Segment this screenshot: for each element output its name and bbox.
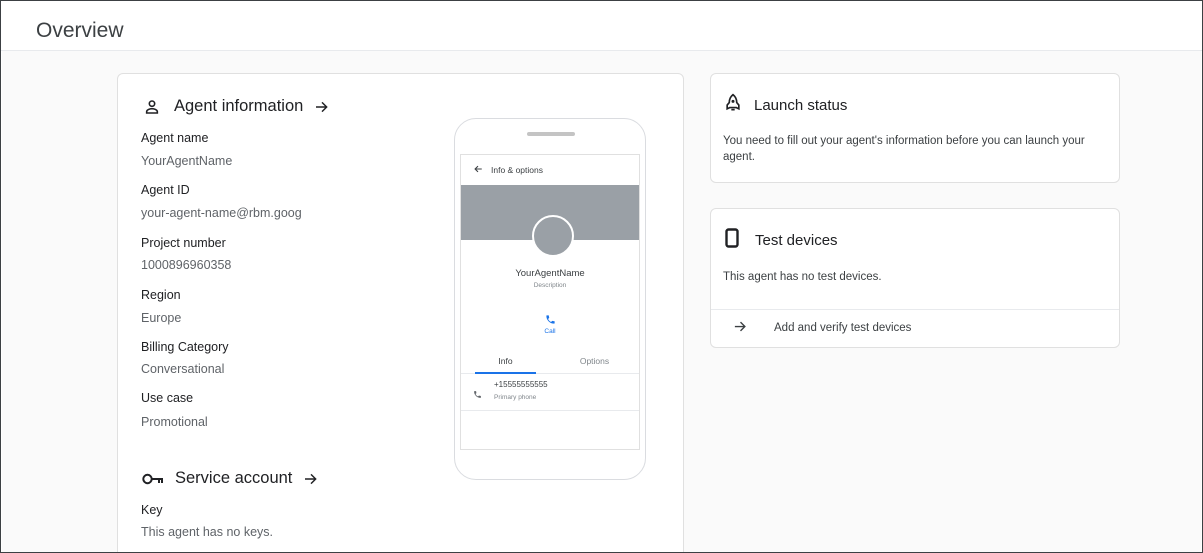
phone-speaker: [527, 132, 575, 136]
arrow-right-icon[interactable]: [314, 99, 330, 115]
arrow-left-icon: [473, 164, 483, 176]
phone-preview: Info & options YourAgentName Description…: [454, 118, 646, 480]
preview-phone-type: Primary phone: [494, 394, 537, 401]
agent-info-heading: Agent information: [174, 97, 304, 115]
smartphone-icon: [725, 228, 739, 252]
launch-status-heading: Launch status: [754, 96, 848, 114]
launch-status-header: Launch status: [723, 93, 847, 117]
divider: [711, 309, 1119, 310]
preview-tab-options: Options: [579, 356, 610, 366]
phone-screen: Info & options YourAgentName Description…: [460, 154, 640, 450]
avatar: [532, 215, 574, 257]
field-label-project-number: Project number: [141, 236, 226, 250]
launch-status-card: [710, 73, 1120, 183]
key-icon: [142, 472, 164, 486]
field-label-use-case: Use case: [141, 391, 194, 405]
phone-icon: [473, 386, 482, 404]
app-window: Overview Agent information Agent name Yo…: [0, 0, 1203, 553]
add-test-devices-label: Add and verify test devices: [774, 322, 912, 334]
agent-info-header[interactable]: Agent information: [144, 97, 330, 116]
preview-phone-number: +15555555555: [494, 380, 548, 389]
field-value-agent-id: your-agent-name@rbm.goog: [141, 206, 302, 220]
key-value: This agent has no keys.: [141, 525, 274, 539]
preview-phone-row: +15555555555 Primary phone: [461, 374, 639, 411]
service-account-header[interactable]: Service account: [142, 469, 319, 488]
field-value-agent-name: YourAgentName: [141, 154, 233, 168]
test-devices-header: Test devices: [725, 228, 838, 252]
test-devices-message: This agent has no test devices.: [723, 271, 882, 283]
preview-tab-info: Info: [461, 349, 550, 374]
rocket-icon: [723, 93, 743, 117]
field-value-region: Europe: [141, 311, 182, 325]
arrow-right-icon: [733, 319, 748, 337]
top-bar: Overview: [1, 1, 1202, 51]
preview-header: Info & options: [461, 155, 639, 185]
field-label-region: Region: [141, 288, 181, 302]
add-test-devices-button[interactable]: Add and verify test devices: [733, 319, 911, 337]
key-label: Key: [141, 503, 163, 517]
preview-description: Description: [533, 282, 567, 289]
service-account-heading: Service account: [175, 469, 293, 487]
arrow-right-icon[interactable]: [303, 471, 319, 487]
field-label-agent-name: Agent name: [141, 131, 209, 145]
launch-status-message: You need to fill out your agent's inform…: [723, 135, 1085, 163]
person-icon: [144, 99, 160, 115]
preview-call-label: Call: [544, 328, 556, 335]
test-devices-heading: Test devices: [755, 231, 838, 249]
field-label-agent-id: Agent ID: [141, 183, 190, 197]
field-value-billing-category: Conversational: [141, 362, 225, 376]
preview-header-label: Info & options: [491, 165, 543, 175]
page-title: Overview: [36, 19, 124, 42]
preview-agent-name: YourAgentName: [515, 268, 585, 279]
field-label-billing-category: Billing Category: [141, 340, 229, 354]
field-value-project-number: 1000896960358: [141, 258, 232, 272]
preview-tabs: Info Options: [461, 349, 639, 374]
field-value-use-case: Promotional: [141, 415, 208, 429]
